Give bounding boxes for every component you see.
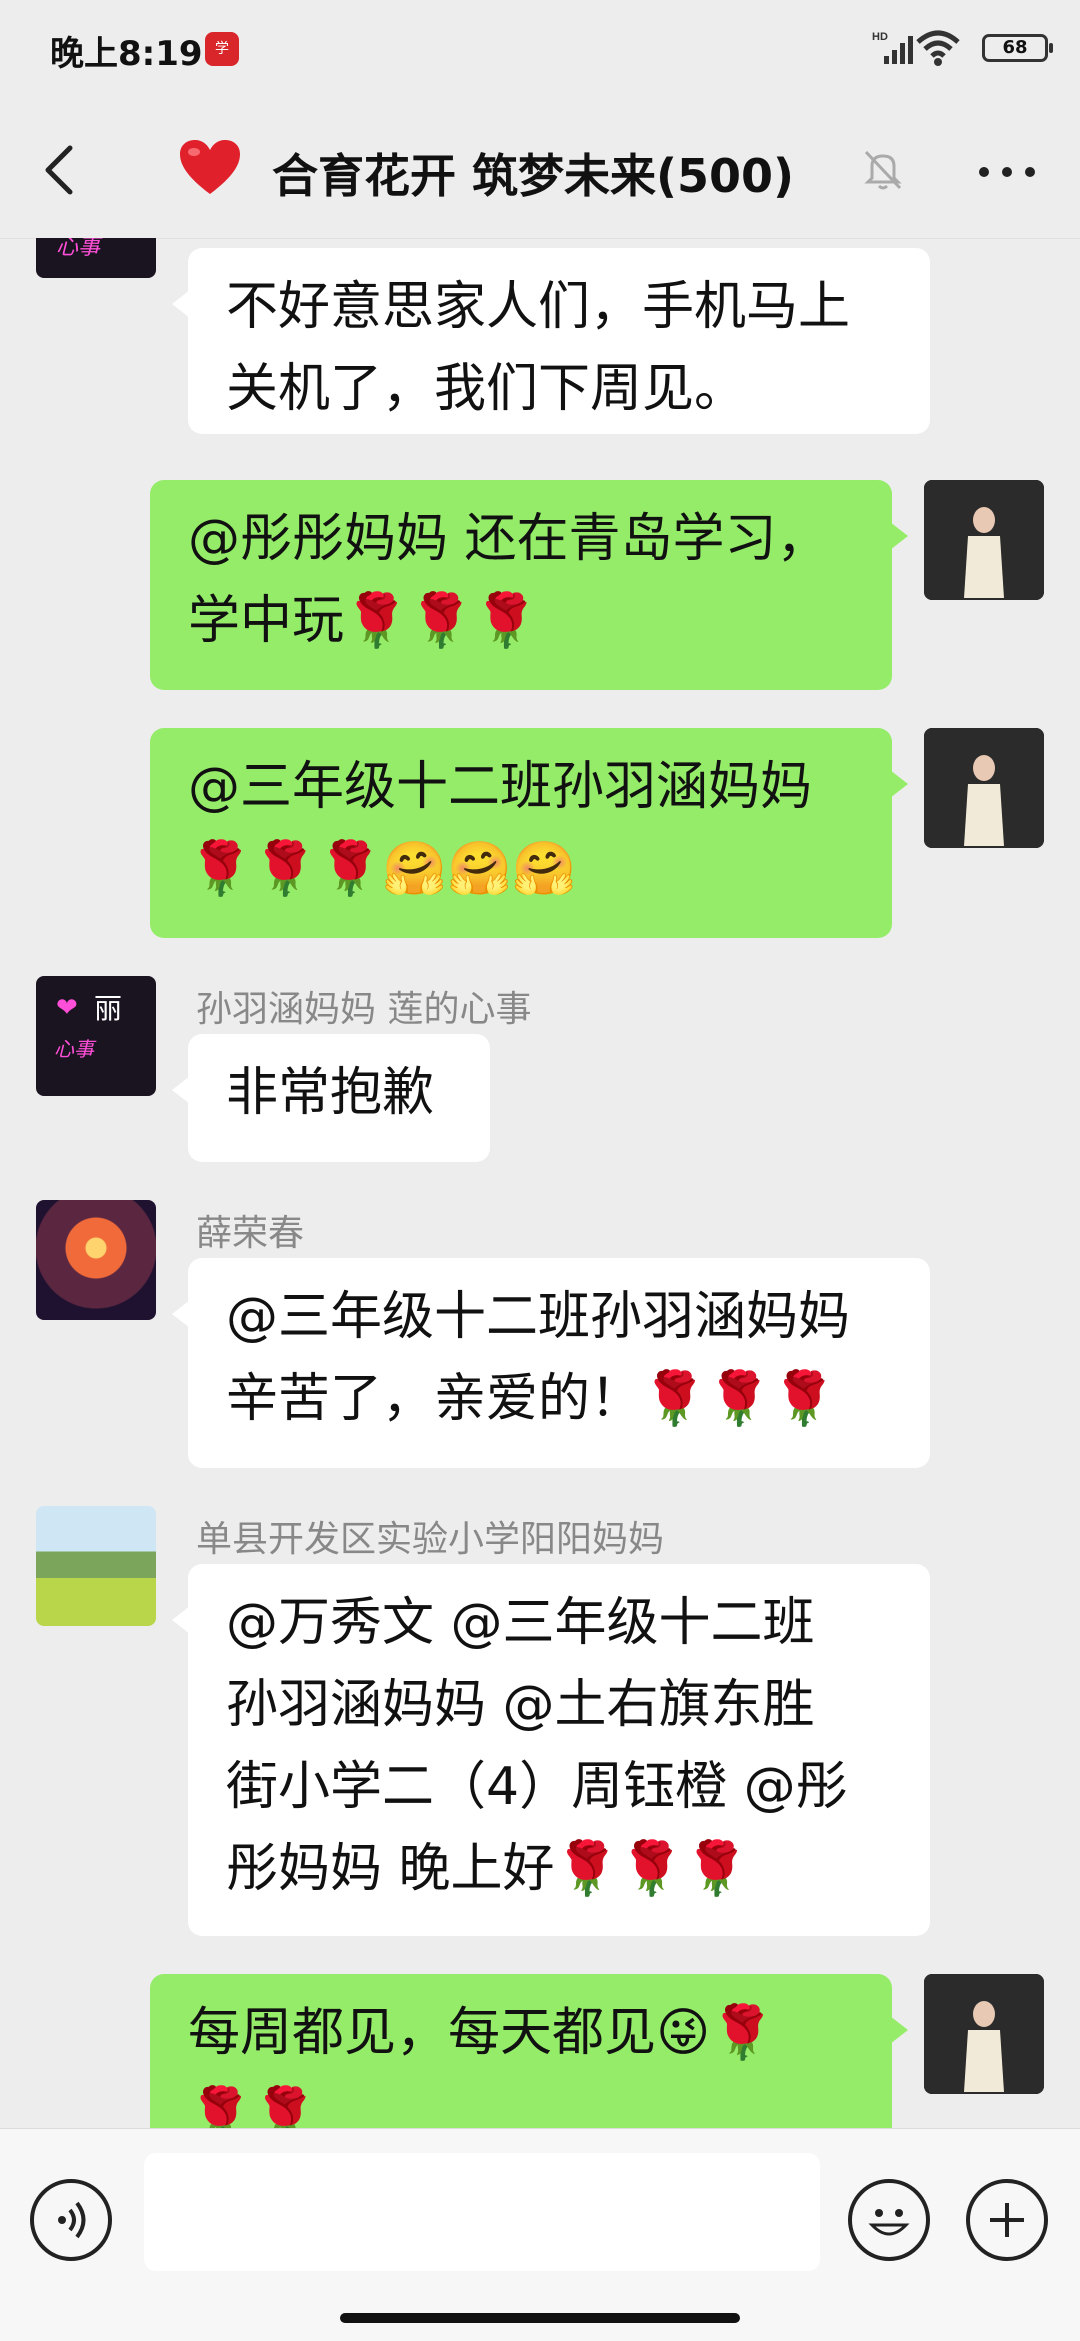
svg-text:丽: 丽 [94,992,122,1025]
status-time: 晚上8:19 [50,34,203,74]
signal-icon: HD [872,31,913,64]
input-bar [0,2128,1080,2341]
message-bubble[interactable]: 非常抱歉 [172,1034,490,1162]
message-text: 🌹🌹🌹🤗🤗🤗 [188,839,577,899]
status-bar: 晚上8:19 学 HD 68 [0,0,1080,100]
message-bubble[interactable]: @三年级十二班孙羽涵妈妈 辛苦了，亲爱的！🌹🌹🌹 [172,1258,930,1468]
home-indicator[interactable] [340,2313,740,2323]
sender-name: 单县开发区实验小学阳阳妈妈 [196,1519,665,1560]
svg-text:心事: 心事 [54,1037,97,1061]
wifi-icon [916,30,960,66]
message-text: 街小学二（4）周钰橙 @彤 [226,1757,848,1817]
message-text: @彤彤妈妈 还在青岛学习， [188,509,829,569]
avatar-self[interactable] [924,728,1044,848]
message-text: 非常抱歉 [226,1063,435,1123]
message-bubble[interactable]: 每周都见，每天都见😜🌹 🌹🌹 [150,1974,908,2128]
avatar-self[interactable] [924,480,1044,600]
avatar[interactable] [36,1506,156,1626]
message-list[interactable]: 心事 不好意思家人们，手机马上关机了，我们下周见。 @彤彤妈妈 还在青岛学习， … [0,238,1080,2128]
message-text: 孙羽涵妈妈 @土右旗东胜 [226,1675,815,1735]
voice-input-button[interactable] [30,2179,112,2261]
plus-icon [990,2203,1024,2237]
svg-text:HD: HD [872,31,888,43]
sender-name: 孙羽涵妈妈 莲的心事 [196,989,532,1030]
message-text: @三年级十二班孙羽涵妈妈 [188,757,813,817]
chat-header: 合育花开 筑梦未来(500) [0,100,1080,239]
message-text: 学中玩🌹🌹🌹 [188,591,539,651]
voice-icon [58,2201,86,2239]
app-notification-icon: 学 [205,32,239,66]
message-bubble[interactable]: @万秀文 @三年级十二班 孙羽涵妈妈 @土右旗东胜 街小学二（4）周钰橙 @彤 … [172,1564,930,1936]
battery-icon: 68 [982,34,1053,62]
message-text: 不好意思家人们，手机马上关机了，我们下周见。 [226,277,851,419]
avatar[interactable]: 心事 [36,238,156,278]
message-text: 彤妈妈 晚上好🌹🌹🌹 [226,1839,749,1899]
message-input[interactable] [144,2153,820,2271]
avatar[interactable]: ❤ 丽心事 [36,976,156,1096]
message-bubble[interactable]: @三年级十二班孙羽涵妈妈 🌹🌹🌹🤗🤗🤗 [150,728,908,938]
message-text: 每周都见，每天都见😜🌹 [188,2003,775,2063]
message-bubble[interactable]: 不好意思家人们，手机马上关机了，我们下周见。 [172,248,930,434]
message-text: @三年级十二班孙羽涵妈妈 [226,1287,851,1347]
svg-text:❤: ❤ [56,993,78,1023]
smiley-icon [868,2209,910,2236]
more-options-button[interactable] [974,152,1040,192]
mute-bell-icon [864,150,902,190]
more-functions-button[interactable] [966,2179,1048,2261]
avatar[interactable] [36,1200,156,1320]
message-text: @万秀文 @三年级十二班 [226,1593,815,1653]
back-button[interactable] [30,130,90,210]
avatar-self[interactable] [924,1974,1044,2094]
message-text: 🌹🌹 [188,2085,318,2128]
svg-text:心事: 心事 [56,238,103,260]
heart-icon [180,140,240,194]
message-text: 辛苦了，亲爱的！🌹🌹🌹 [226,1369,837,1429]
message-bubble[interactable]: @彤彤妈妈 还在青岛学习， 学中玩🌹🌹🌹 [150,480,908,690]
sender-name: 薛荣春 [196,1213,305,1254]
chat-title[interactable]: 合育花开 筑梦未来(500) [272,140,794,206]
emoji-button[interactable] [848,2179,930,2261]
